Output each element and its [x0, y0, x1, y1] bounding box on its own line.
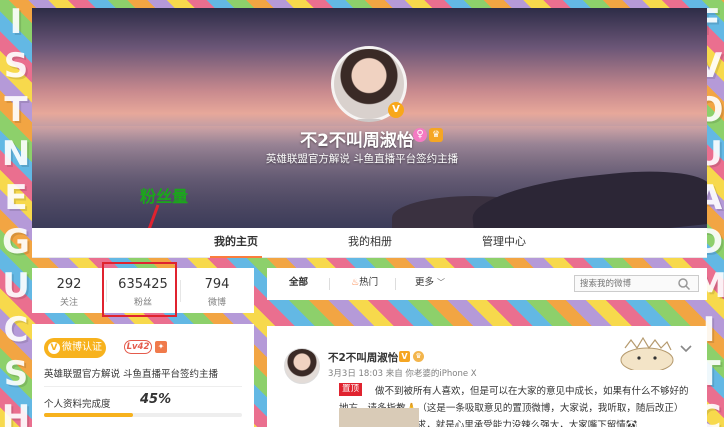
decorative-letter: C: [3, 310, 29, 350]
verified-v-icon: V: [399, 351, 410, 362]
filter-more[interactable]: 更多 ﹀: [415, 268, 445, 300]
stat-label: 关注: [59, 298, 78, 308]
progress-fill: [44, 413, 134, 417]
stat-value: 292: [56, 277, 82, 292]
level-badge[interactable]: Lv42: [124, 340, 152, 354]
chevron-down-icon: ﹀: [437, 278, 446, 287]
decorative-letter: T: [4, 90, 28, 130]
gift-icon[interactable]: ✦: [155, 341, 167, 353]
filter-all[interactable]: 全部: [289, 268, 308, 300]
female-icon: ♀: [413, 128, 427, 142]
divider: [329, 278, 330, 290]
decorative-letters-left: ISTNEGUCSH: [0, 0, 32, 427]
search-icon[interactable]: [677, 277, 691, 291]
stat-following[interactable]: 292 关注: [32, 268, 106, 313]
decorative-letter: I: [9, 2, 23, 42]
feed-post: 不2不叫周淑怡 V ♛ 3月3日 18:03 来自 你老婆的iPhone X 做…: [267, 326, 707, 427]
verify-button[interactable]: V 微博认证: [44, 338, 106, 358]
verified-badge-icon: V: [388, 102, 404, 118]
completion-progress-bar: [44, 413, 242, 417]
profile-info-card: V 微博认证 Lv42 ✦ 英雄联盟官方解说 斗鱼直播平台签约主播 个人资料完成度…: [32, 324, 254, 427]
tab-home[interactable]: 我的主页: [210, 228, 262, 258]
profile-name: 不2不叫周淑怡: [300, 131, 414, 151]
tab-album[interactable]: 我的相册: [344, 228, 396, 258]
vip-crown-icon[interactable]: ♛: [429, 128, 443, 142]
divider: [395, 278, 396, 290]
post-author[interactable]: 不2不叫周淑怡: [328, 350, 398, 365]
chevron-down-icon[interactable]: [679, 344, 693, 354]
post-avatar[interactable]: [284, 348, 320, 384]
divider: [44, 386, 242, 387]
profile-nav: 我的主页 我的相册 管理中心: [32, 228, 707, 258]
filter-hot[interactable]: ♨热门: [351, 268, 378, 300]
decorative-letter: U: [2, 266, 30, 306]
decorative-letter: N: [1, 134, 31, 174]
stat-value: 794: [204, 277, 230, 292]
profile-description: 英雄联盟官方解说 斗鱼直播平台签约主播: [265, 153, 459, 165]
post-image[interactable]: [339, 408, 419, 427]
decorative-letter: G: [2, 222, 30, 262]
followers-highlight-box: [102, 262, 177, 317]
verify-label: 微博认证: [62, 342, 102, 353]
decorative-letter: S: [3, 354, 29, 394]
tab-manage[interactable]: 管理中心: [478, 228, 530, 258]
verified-v-icon: V: [48, 342, 60, 354]
flame-icon: ♨: [351, 278, 360, 288]
stat-label: 微博: [207, 298, 226, 308]
profile-bio: 英雄联盟官方解说 斗鱼直播平台签约主播: [44, 369, 219, 380]
feed-filter-bar: 全部 ♨热门 更多 ﹀: [267, 268, 707, 300]
vip-crown-icon: ♛: [413, 351, 424, 362]
completion-label: 个人资料完成度: [44, 399, 111, 410]
filter-hot-label: 热门: [359, 277, 379, 288]
pin-badge: 置顶: [339, 383, 363, 396]
decorative-letter: H: [1, 398, 31, 427]
decorative-letter: E: [4, 178, 28, 218]
completion-value: 45%: [140, 392, 172, 407]
stat-posts[interactable]: 794 微博: [180, 268, 254, 313]
cartoon-mascot-icon: [620, 336, 674, 370]
decorative-letter: S: [3, 46, 29, 86]
filter-more-label: 更多: [415, 277, 435, 288]
post-meta: 3月3日 18:03 来自 你老婆的iPhone X: [328, 369, 477, 379]
